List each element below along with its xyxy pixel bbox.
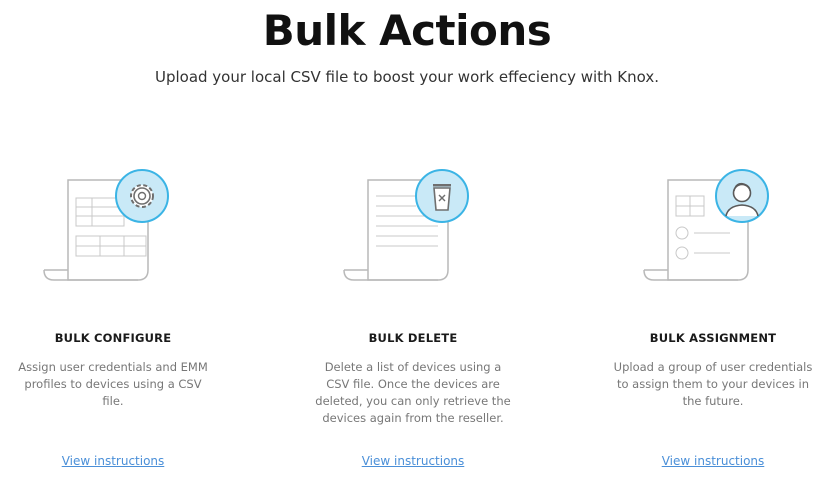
page-title: Bulk Actions — [262, 6, 552, 55]
card-description: Upload a group of user credentials to as… — [613, 360, 813, 408]
gear-icon — [115, 169, 169, 223]
view-instructions-link[interactable]: View instructions — [313, 454, 513, 468]
document-gear-illustration — [43, 169, 169, 281]
card-title: BULK DELETE — [368, 331, 458, 345]
user-icon — [715, 169, 769, 223]
document-user-illustration — [643, 169, 769, 281]
card-description: Assign user credentials and EMM profiles… — [18, 360, 208, 408]
trash-icon — [415, 169, 469, 223]
card-title: BULK ASSIGNMENT — [649, 331, 777, 345]
document-trash-illustration — [343, 169, 469, 281]
card-description: Delete a list of devices using a CSV fil… — [315, 360, 511, 425]
card-title: BULK CONFIGURE — [54, 331, 172, 345]
page-subtitle: Upload your local CSV file to boost your… — [154, 68, 660, 86]
view-instructions-link[interactable]: View instructions — [613, 454, 813, 468]
view-instructions-link[interactable]: View instructions — [13, 454, 213, 468]
